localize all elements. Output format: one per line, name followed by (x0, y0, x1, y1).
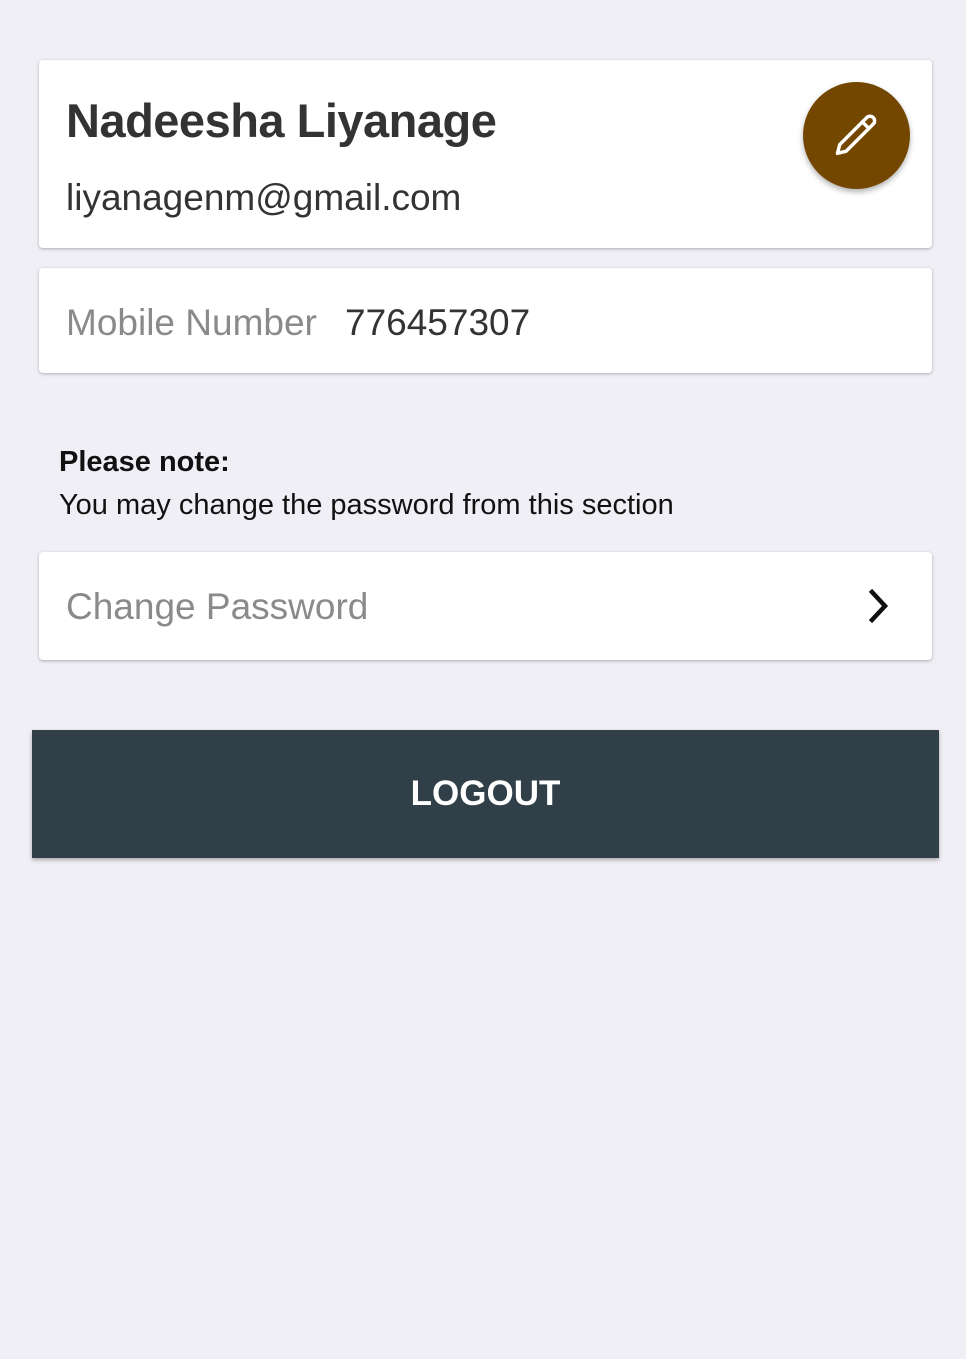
change-password-label: Change Password (66, 586, 369, 627)
profile-email: liyanagenm@gmail.com (66, 177, 462, 218)
profile-card: Nadeesha Liyanage liyanagenm@gmail.com (39, 60, 932, 248)
mobile-number-label: Mobile Number (66, 302, 317, 343)
chevron-right-icon (868, 588, 889, 624)
mobile-number-card: Mobile Number 776457307 (39, 268, 932, 373)
password-note: Please note: You may change the password… (59, 446, 674, 522)
change-password-item[interactable]: Change Password (39, 552, 932, 660)
note-title: Please note: (59, 446, 230, 478)
pencil-icon (835, 114, 876, 155)
note-text: You may change the password from this se… (59, 489, 674, 521)
profile-name: Nadeesha Liyanage (66, 94, 497, 147)
mobile-number-value: 776457307 (345, 302, 531, 343)
edit-profile-button[interactable] (803, 82, 910, 189)
logout-button[interactable]: LOGOUT (32, 730, 939, 858)
